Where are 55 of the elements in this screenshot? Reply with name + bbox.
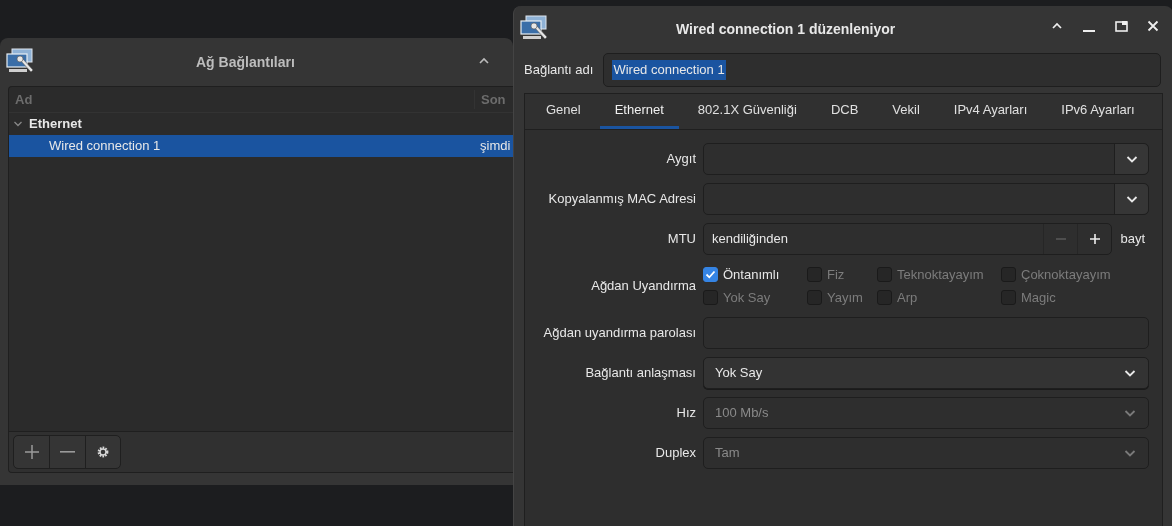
window-title: Wired connection 1 düzenleniyor	[676, 20, 896, 39]
field-label: Bağlantı anlaşması	[584, 364, 697, 383]
field-label: Ağdan uyandırma parolası	[542, 324, 697, 343]
selected-text: Wired connection 1	[612, 60, 726, 80]
field-label: Bağlantı adı	[524, 61, 594, 80]
spin-field[interactable]: kendiliğinden	[703, 223, 1113, 255]
field-label: Duplex	[654, 444, 697, 463]
option-label: Teknoktayayım	[897, 266, 984, 284]
group-label: Ethernet	[29, 115, 82, 134]
checkmark-icon	[705, 269, 716, 281]
field-label: MTU	[666, 230, 697, 249]
connection-name-field[interactable]: Wired connection 1	[603, 53, 1161, 87]
group-row[interactable]: Ethernet	[9, 113, 513, 135]
option-label: Yok Say	[723, 288, 771, 307]
wake-option[interactable]: Öntanımlı	[703, 265, 807, 285]
field-label: Kopyalanmış MAC Adresi	[547, 190, 697, 209]
unit-label: bayt	[1120, 230, 1146, 249]
maximize-button[interactable]	[1113, 18, 1129, 34]
field-label: Aygıt	[665, 150, 697, 169]
minimize-icon	[1083, 30, 1095, 32]
dropdown-button[interactable]	[1114, 144, 1148, 174]
combo-field[interactable]	[703, 183, 1149, 215]
tab[interactable]: IPv4 Ayarları	[938, 94, 1043, 129]
field-label: Hız	[675, 404, 697, 423]
connection-name: Wired connection 1	[48, 137, 162, 156]
close-button[interactable]	[1145, 18, 1161, 34]
option-label: Fiz	[827, 266, 845, 284]
option-label: Magic	[1021, 288, 1056, 307]
window-title: Ağ Bağlantıları	[196, 53, 295, 72]
field-label: Ağdan Uyandırma	[590, 277, 697, 296]
option-label: Arp	[897, 288, 918, 307]
option-label: Öntanımlı	[723, 266, 780, 284]
chevron-up-icon	[1051, 21, 1063, 31]
checkbox[interactable]	[703, 267, 718, 283]
tab[interactable]: Ethernet	[599, 94, 679, 129]
tab[interactable]: Genel	[531, 94, 596, 129]
connection-row[interactable]: Wired connection 1 şimdi	[9, 135, 513, 157]
mtu-value: kendiliğinden	[711, 230, 789, 249]
plus-icon	[23, 444, 40, 460]
last-used: şimdi	[479, 137, 511, 156]
tab[interactable]: DCB	[815, 94, 874, 129]
tab[interactable]: Vekil	[877, 94, 935, 129]
combo-field[interactable]	[703, 143, 1149, 175]
dropdown-button[interactable]	[1114, 184, 1148, 214]
option-label: Yayım	[827, 288, 863, 307]
select-field[interactable]: Yok Say	[703, 357, 1149, 389]
settings-icon	[96, 445, 110, 459]
restore-icon	[1114, 20, 1128, 32]
minus-icon	[60, 451, 75, 453]
option-label: Çoknoktayayım	[1021, 266, 1111, 284]
close-icon	[1147, 20, 1159, 32]
plus-icon	[1088, 233, 1101, 245]
tab[interactable]: 802.1X Güvenliği	[682, 94, 812, 129]
tab[interactable]: IPv6 Ayarları	[1046, 94, 1150, 129]
collapse-icon[interactable]	[478, 56, 490, 66]
